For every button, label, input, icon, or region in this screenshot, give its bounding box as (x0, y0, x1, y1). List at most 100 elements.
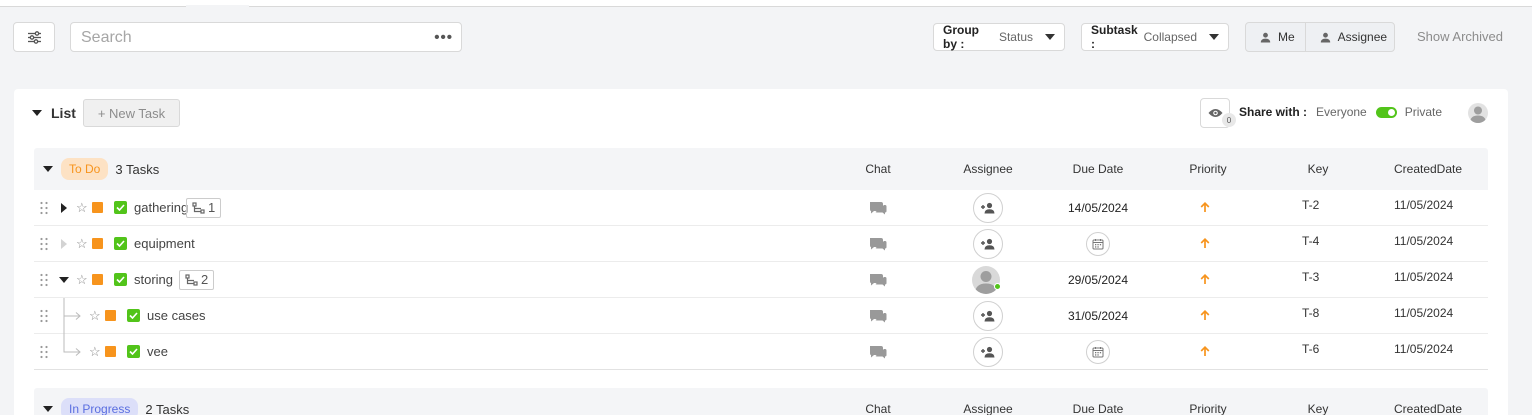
task-name[interactable]: use cases (147, 298, 206, 333)
share-toggle[interactable] (1375, 106, 1397, 118)
search-input[interactable] (81, 28, 421, 48)
status-check-icon[interactable] (127, 298, 140, 333)
status-group-in-progress: In Progress 2 Tasks Chat Assignee Due Da… (34, 388, 1488, 415)
filter-assignee-label: Assignee (1337, 30, 1388, 44)
share-everyone-label: Everyone (1316, 105, 1367, 119)
column-header-created-date: CreatedDate (1393, 402, 1463, 415)
new-task-button[interactable]: + New Task (83, 99, 180, 127)
table-row[interactable]: ☆ vee T-6 11/05/2024 (34, 334, 1488, 370)
column-header-created-date: CreatedDate (1393, 162, 1463, 176)
status-badge: In Progress (61, 398, 139, 415)
table-row[interactable]: ☆ storing 2 29/05/2024 T-3 11/05/2024 (34, 262, 1488, 298)
drag-handle-icon[interactable] (40, 262, 48, 297)
chat-icon[interactable] (868, 298, 888, 333)
chat-icon[interactable] (868, 334, 888, 369)
calendar-icon (1092, 238, 1104, 249)
drag-handle-icon[interactable] (40, 298, 48, 333)
star-icon[interactable]: ☆ (89, 334, 101, 369)
table-row[interactable]: ☆ equipment T-4 11/05/2024 (34, 226, 1488, 262)
status-check-icon[interactable] (127, 334, 140, 369)
set-due-date-button[interactable] (1060, 226, 1136, 261)
created-date: 11/05/2024 (1394, 342, 1454, 356)
subtask-count-badge[interactable]: 2 (172, 262, 215, 297)
avatar[interactable] (1468, 103, 1488, 123)
eye-icon (1208, 109, 1222, 117)
priority-arrow-up-icon[interactable] (1200, 190, 1210, 225)
add-user-icon (981, 310, 995, 321)
set-due-date-button[interactable] (1060, 334, 1136, 369)
online-status-dot (994, 283, 1001, 290)
column-header-priority: Priority (1189, 402, 1227, 415)
star-icon[interactable]: ☆ (76, 262, 88, 297)
created-date: 11/05/2024 (1394, 234, 1454, 248)
due-date[interactable]: 29/05/2024 (1060, 262, 1136, 297)
status-check-icon[interactable] (114, 262, 127, 297)
filter-settings-button[interactable] (13, 22, 55, 52)
due-date[interactable]: 31/05/2024 (1060, 298, 1136, 333)
table-row[interactable]: ☆ gathering 1 14/05/2024 T-2 11/05/2024 (34, 190, 1488, 226)
column-header-assignee: Assignee (963, 162, 1013, 176)
column-header-due-date: Due Date (1072, 402, 1124, 415)
status-badge: To Do (61, 158, 109, 180)
priority-arrow-up-icon[interactable] (1200, 298, 1210, 333)
collapse-caret-icon[interactable] (43, 166, 53, 172)
group-by-label: Group by : (943, 23, 979, 51)
priority-arrow-up-icon[interactable] (1200, 334, 1210, 369)
add-user-icon (981, 238, 995, 249)
group-by-dropdown[interactable]: Group by : Status (933, 23, 1065, 51)
priority-arrow-up-icon[interactable] (1200, 226, 1210, 261)
status-check-icon[interactable] (114, 226, 127, 261)
user-filter-group: Me Assignee (1245, 22, 1395, 52)
drag-handle-icon[interactable] (40, 190, 48, 225)
table-row[interactable]: ☆ use cases 31/05/2024 T-8 11/05/2024 (34, 298, 1488, 334)
chat-icon[interactable] (868, 190, 888, 225)
add-user-icon (981, 346, 995, 357)
expand-subtasks-icon[interactable] (60, 190, 68, 225)
collapse-caret-icon[interactable] (32, 110, 42, 116)
assignee-avatar[interactable] (972, 262, 1000, 297)
star-icon[interactable]: ☆ (89, 298, 101, 333)
subtask-dropdown[interactable]: Subtask : Collapsed (1081, 23, 1229, 51)
status-check-icon[interactable] (114, 190, 127, 225)
search-box[interactable]: ••• (70, 22, 462, 52)
task-name[interactable]: equipment (134, 226, 195, 261)
due-date[interactable]: 14/05/2024 (1060, 190, 1136, 225)
assign-user-button[interactable] (973, 190, 1003, 225)
caret-down-icon (1045, 34, 1055, 40)
column-header-key: Key (1307, 402, 1329, 415)
list-header[interactable]: List (32, 105, 76, 121)
filter-me-button[interactable]: Me (1246, 23, 1305, 51)
chat-icon[interactable] (868, 226, 888, 261)
list-panel: List + New Task 0 Share with : Everyone … (14, 89, 1508, 415)
show-archived-link[interactable]: Show Archived (1417, 29, 1503, 44)
group-header: To Do 3 Tasks Chat Assignee Due Date Pri… (34, 148, 1488, 190)
assign-user-button[interactable] (973, 334, 1003, 369)
star-icon[interactable]: ☆ (76, 226, 88, 261)
task-key: T-4 (1302, 234, 1320, 248)
created-date: 11/05/2024 (1394, 270, 1454, 284)
assign-user-button[interactable] (973, 298, 1003, 333)
drag-handle-icon[interactable] (40, 226, 48, 261)
chat-icon[interactable] (868, 262, 888, 297)
collapse-caret-icon[interactable] (43, 406, 53, 412)
share-label: Share with : (1239, 105, 1308, 119)
task-count: 3 Tasks (115, 161, 160, 177)
filter-assignee-button[interactable]: Assignee (1304, 23, 1397, 51)
priority-arrow-up-icon[interactable] (1200, 262, 1210, 297)
assign-user-button[interactable] (973, 226, 1003, 261)
collapse-subtasks-icon[interactable] (59, 262, 69, 297)
task-name[interactable]: storing (134, 262, 173, 297)
user-avatar-icon (1470, 106, 1486, 123)
status-group-todo: To Do 3 Tasks Chat Assignee Due Date Pri… (34, 148, 1488, 370)
drag-handle-icon[interactable] (40, 334, 48, 369)
task-name[interactable]: vee (147, 334, 168, 369)
column-header-due-date: Due Date (1072, 162, 1124, 176)
task-key: T-8 (1302, 306, 1320, 320)
column-header-assignee: Assignee (963, 402, 1013, 415)
more-options-icon[interactable]: ••• (434, 29, 453, 46)
group-by-value: Status (998, 30, 1033, 44)
task-key: T-6 (1302, 342, 1320, 356)
star-icon[interactable]: ☆ (76, 190, 88, 225)
subtask-count-badge[interactable]: 1 (179, 190, 222, 225)
active-tab-indicator[interactable] (186, 0, 249, 7)
